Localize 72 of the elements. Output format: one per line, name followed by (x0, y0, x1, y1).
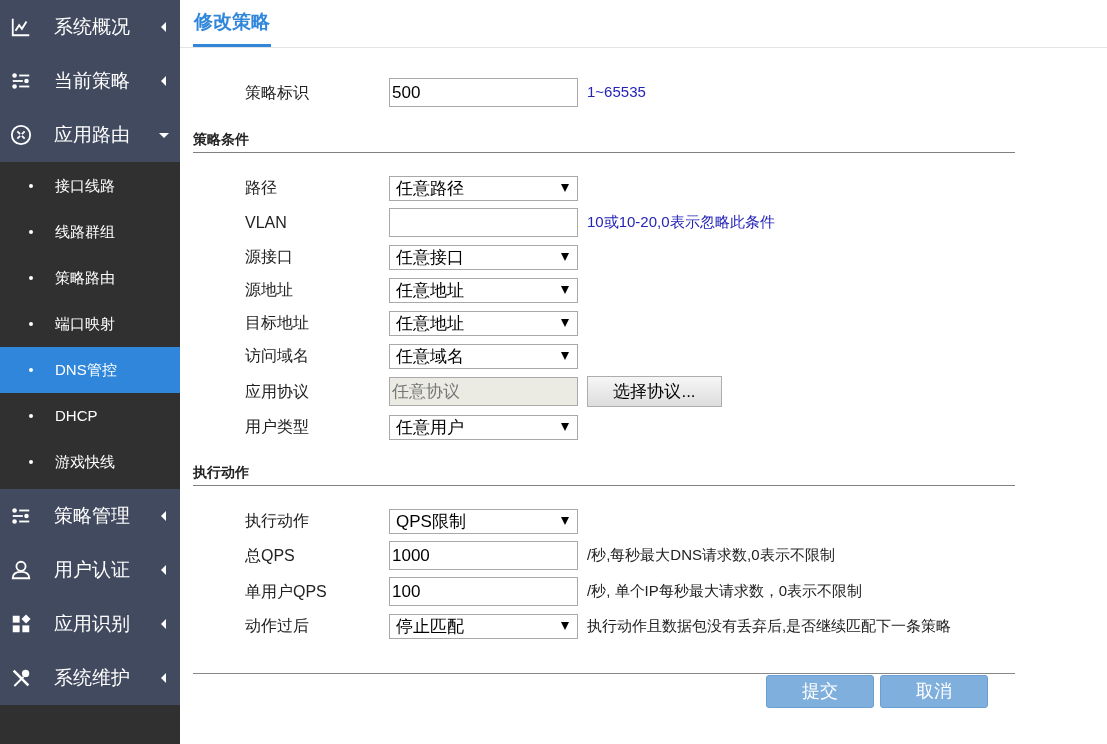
caret-left-icon (161, 22, 166, 32)
dropdown-arrow-icon (561, 253, 569, 261)
caret-left-icon (161, 565, 166, 575)
page-tab[interactable]: 修改策略 (193, 0, 271, 47)
input-field[interactable]: 1000 (389, 541, 578, 570)
dropdown[interactable]: 任意地址 (389, 310, 578, 336)
sidebar-item[interactable]: 系统维护 (0, 651, 180, 705)
chart-icon (10, 16, 32, 38)
sidebar-item[interactable]: 当前策略 (0, 54, 180, 108)
field-label: 访问域名 (245, 346, 310, 366)
hint-text: 10或10-20,0表示忽略此条件 (587, 212, 775, 233)
bullet-icon (29, 184, 33, 188)
section-heading: 策略条件 (193, 131, 249, 147)
field-label: 用户类型 (245, 417, 310, 437)
grid-icon (10, 613, 32, 635)
dropdown-arrow-icon (561, 622, 569, 630)
dropdown[interactable]: 任意路径 (389, 175, 578, 201)
bullet-icon (29, 322, 33, 326)
field-label: 路径 (245, 178, 278, 198)
field-label: 执行动作 (245, 511, 310, 531)
field-label: 源地址 (245, 280, 294, 300)
dropdown-arrow-icon (561, 352, 569, 360)
sidebar-item[interactable]: 策略管理 (0, 489, 180, 543)
section-heading: 执行动作 (193, 464, 249, 480)
field-label: 目标地址 (245, 313, 310, 333)
crosshair-circle-icon (10, 124, 32, 146)
field-label: 总QPS (245, 545, 296, 566)
dropdown-arrow-icon (561, 286, 569, 294)
caret-left-icon (161, 619, 166, 629)
dropdown[interactable]: QPS限制 (389, 508, 578, 534)
bullet-icon (29, 368, 33, 372)
user-icon (10, 559, 32, 581)
sidebar-item[interactable]: 应用识别 (0, 597, 180, 651)
field-label: 单用户QPS (245, 581, 328, 602)
caret-down-icon (159, 132, 169, 138)
hint-text: 1~65535 (587, 82, 646, 103)
dropdown[interactable]: 停止匹配 (389, 613, 578, 639)
dropdown-arrow-icon (561, 184, 569, 192)
hint-text: /秒, 单个IP每秒最大请求数，0表示不限制 (587, 581, 863, 602)
input-field[interactable]: 任意协议 (389, 377, 578, 406)
field-label: 源接口 (245, 247, 294, 267)
select-protocol-button[interactable]: 选择协议... (587, 376, 722, 407)
bullet-icon (29, 276, 33, 280)
submenu-item[interactable]: DNS管控 (0, 347, 180, 393)
field-label: 策略标识 (245, 82, 310, 103)
sliders-icon (10, 70, 32, 92)
hint-text: 执行动作且数据包没有丢弃后,是否继续匹配下一条策略 (587, 615, 952, 636)
caret-left-icon (161, 76, 166, 86)
dropdown[interactable]: 任意接口 (389, 244, 578, 270)
dropdown-arrow-icon (561, 517, 569, 525)
caret-left-icon (161, 511, 166, 521)
sliders-icon (10, 505, 32, 527)
dropdown-arrow-icon (561, 423, 569, 431)
hint-text: /秒,每秒最大DNS请求数,0表示不限制 (587, 545, 835, 566)
field-label: 动作过后 (245, 616, 310, 636)
input-field[interactable] (389, 208, 578, 237)
bullet-icon (29, 230, 33, 234)
caret-left-icon (161, 673, 166, 683)
dropdown-arrow-icon (561, 319, 569, 327)
bullet-icon (29, 460, 33, 464)
input-field[interactable]: 100 (389, 577, 578, 606)
sidebar-item[interactable]: 用户认证 (0, 543, 180, 597)
input-field[interactable]: 500 (389, 78, 578, 107)
dropdown[interactable]: 任意地址 (389, 277, 578, 303)
bullet-icon (29, 414, 33, 418)
tools-icon (10, 667, 32, 689)
field-label: VLAN (245, 212, 288, 233)
dropdown[interactable]: 任意用户 (389, 414, 578, 440)
sidebar-item[interactable]: 系统概况 (0, 0, 180, 54)
sidebar-item[interactable]: 应用路由 (0, 108, 180, 162)
field-label: 应用协议 (245, 381, 310, 402)
dropdown[interactable]: 任意域名 (389, 343, 578, 369)
